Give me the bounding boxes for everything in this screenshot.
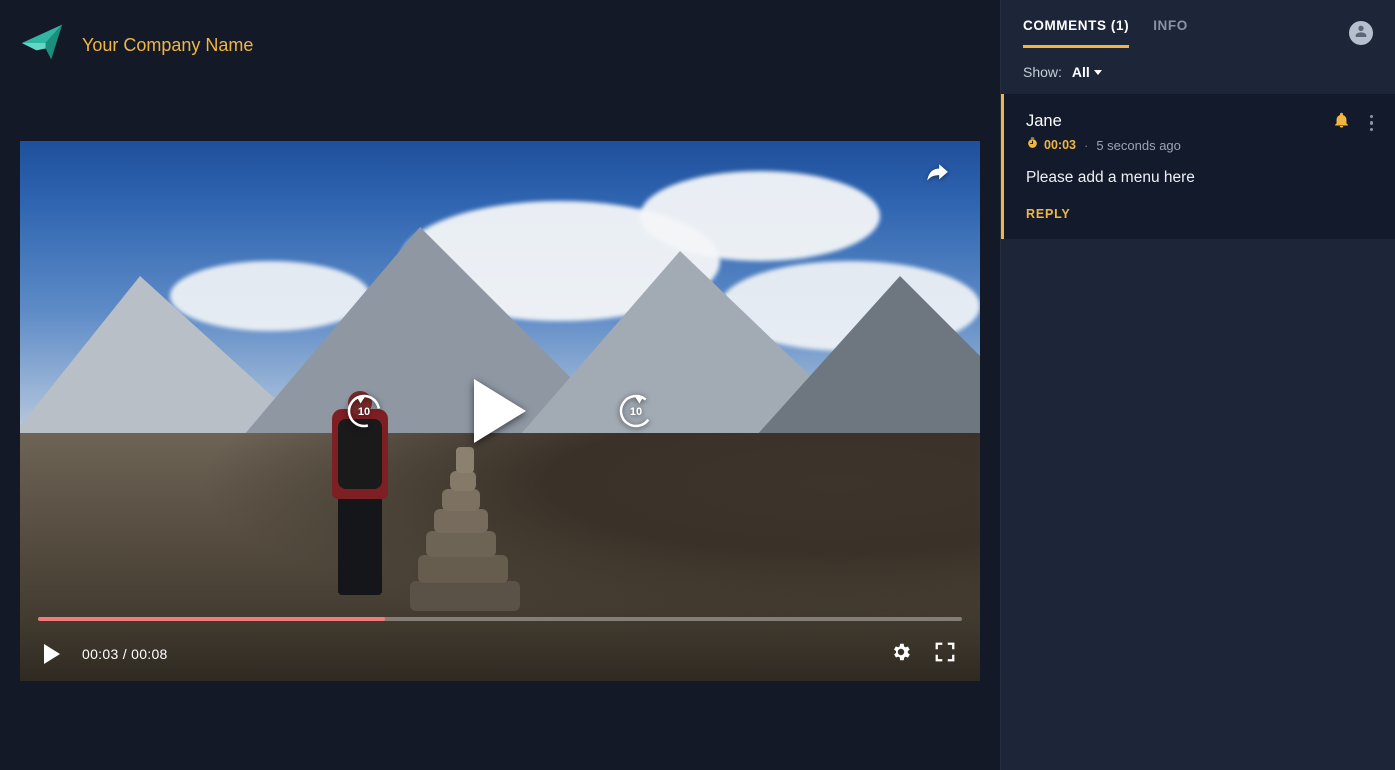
main-area: Your Company Name (0, 0, 1000, 770)
filter-dropdown[interactable]: All (1072, 64, 1102, 80)
rewind-10-button[interactable]: 10 (344, 391, 384, 431)
app-root: Your Company Name (0, 0, 1395, 770)
company-logo[interactable] (20, 23, 64, 67)
play-button-small[interactable] (44, 644, 60, 664)
comment-timestamp-link[interactable]: 00:03 (1026, 137, 1076, 153)
rock-cairn (410, 441, 530, 611)
comment-author: Jane (1026, 112, 1323, 131)
svg-text:10: 10 (358, 406, 370, 418)
tab-comments[interactable]: COMMENTS (1) (1023, 18, 1129, 48)
video-progress-bar[interactable] (38, 617, 962, 621)
gear-icon (890, 641, 912, 668)
video-player: 10 10 (20, 141, 980, 681)
comment-text: Please add a menu here (1026, 167, 1373, 189)
chevron-down-icon (1094, 70, 1102, 75)
video-stage: 10 10 (0, 72, 1000, 770)
filter-value: All (1072, 64, 1090, 80)
app-header: Your Company Name (0, 0, 1000, 72)
comment-timestamp: 00:03 (1044, 138, 1076, 152)
comment-menu-button[interactable] (1370, 115, 1374, 132)
fullscreen-button[interactable] (934, 643, 956, 665)
video-time-display: 00:03 / 00:08 (82, 646, 168, 662)
meta-separator: · (1084, 138, 1088, 153)
share-icon (924, 174, 950, 191)
paper-plane-icon (20, 21, 64, 70)
reply-button[interactable]: REPLY (1026, 207, 1373, 221)
video-center-controls: 10 10 (344, 379, 656, 443)
sidebar-tabs: COMMENTS (1) INFO (1001, 0, 1395, 48)
tab-info[interactable]: INFO (1153, 18, 1188, 48)
comment-age: 5 seconds ago (1096, 138, 1181, 153)
fullscreen-icon (934, 641, 956, 668)
comments-filter: Show: All (1001, 48, 1395, 94)
bell-icon (1333, 116, 1350, 133)
forward-10-button[interactable]: 10 (616, 391, 656, 431)
settings-button[interactable] (890, 643, 912, 665)
video-controls-bar: 00:03 / 00:08 (20, 627, 980, 681)
comment-meta: 00:03 · 5 seconds ago (1026, 137, 1323, 153)
forward-10-icon: 10 (616, 389, 656, 434)
person-icon (1353, 23, 1369, 44)
filter-label: Show: (1023, 64, 1062, 80)
comments-sidebar: COMMENTS (1) INFO Show: All Jane (1000, 0, 1395, 770)
share-button[interactable] (924, 161, 952, 189)
play-button-large[interactable] (474, 379, 526, 443)
notify-button[interactable] (1333, 112, 1350, 134)
company-name: Your Company Name (82, 35, 253, 56)
rewind-10-icon: 10 (344, 389, 384, 434)
user-avatar[interactable] (1349, 21, 1373, 45)
video-progress-fill (38, 617, 385, 621)
stopwatch-icon (1026, 137, 1039, 153)
svg-text:10: 10 (630, 406, 642, 418)
comment-card[interactable]: Jane 00:03 · 5 seconds ago (1001, 94, 1395, 239)
